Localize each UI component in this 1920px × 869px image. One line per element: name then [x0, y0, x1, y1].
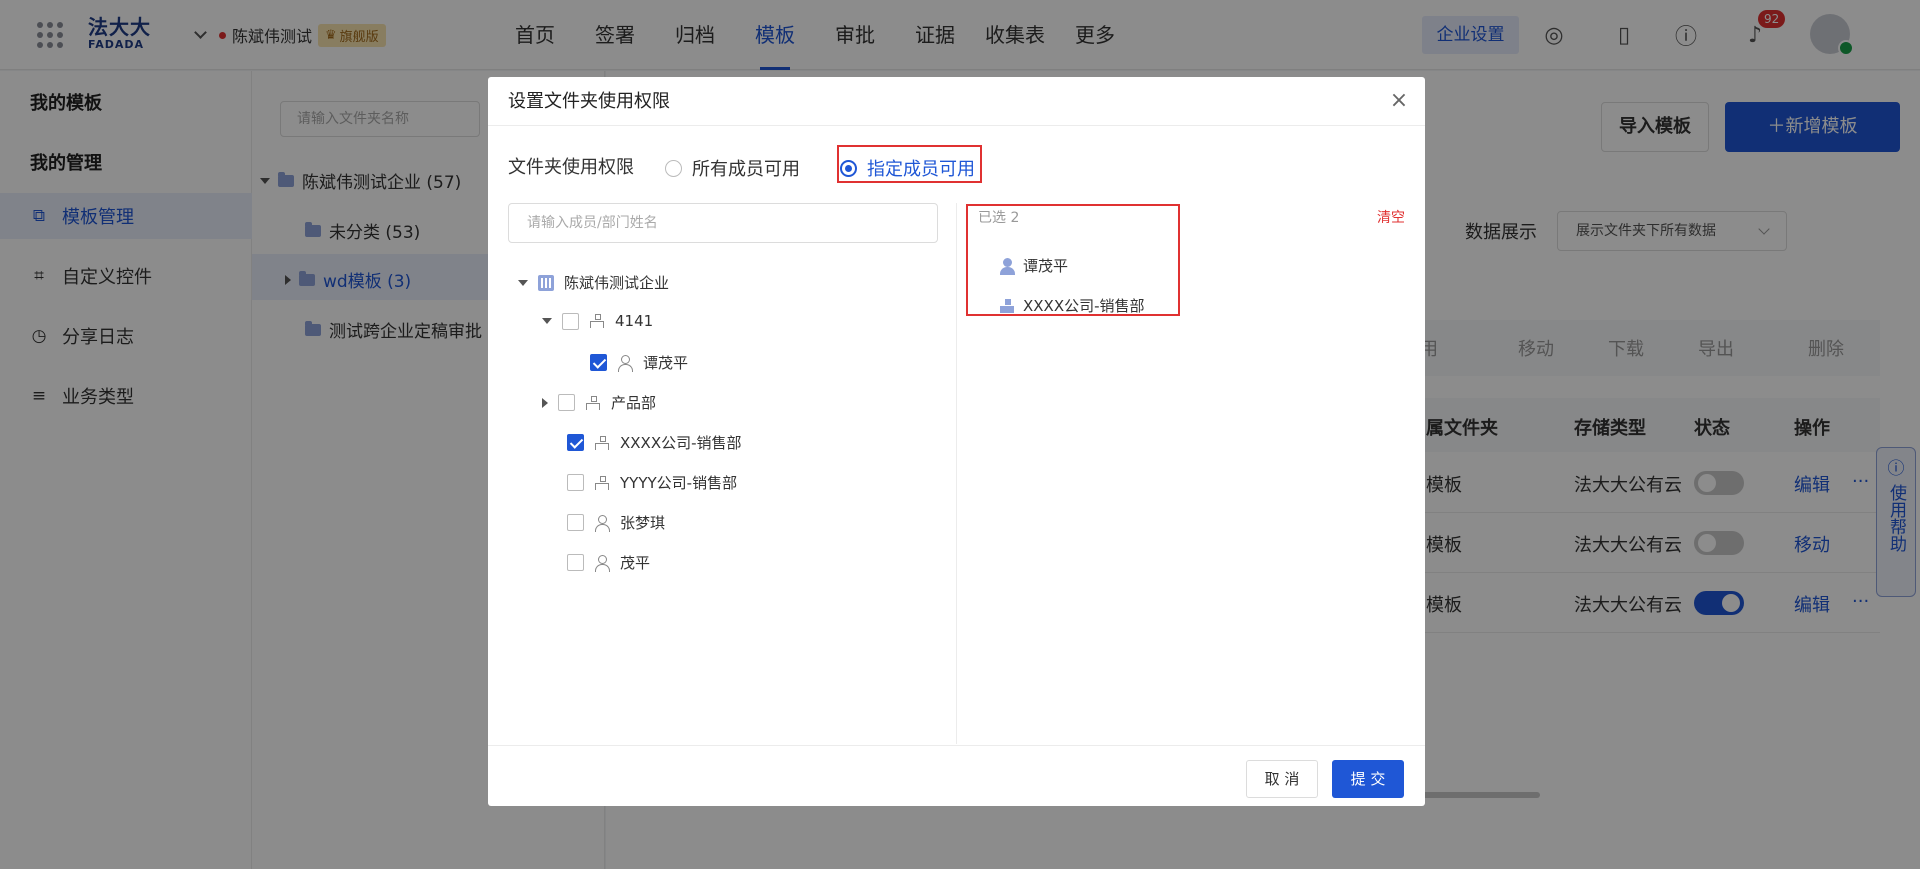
highlight-box	[837, 145, 982, 183]
checkbox[interactable]	[567, 474, 584, 491]
selected-item[interactable]: 谭茂平	[999, 255, 1068, 276]
user-icon	[594, 514, 610, 532]
close-icon[interactable]: ×	[1389, 90, 1409, 112]
checkbox[interactable]	[567, 434, 584, 451]
tree-node-zhang[interactable]: 张梦琪	[567, 512, 665, 533]
expand-icon[interactable]	[542, 318, 552, 324]
org-icon	[594, 475, 610, 490]
checkbox[interactable]	[567, 554, 584, 571]
member-search-input[interactable]: 请输入成员/部门姓名	[508, 203, 938, 243]
tree-node-yyyy[interactable]: YYYY公司-销售部	[567, 472, 737, 493]
user-icon	[594, 554, 610, 572]
checkbox[interactable]	[590, 354, 607, 371]
submit-button[interactable]: 提 交	[1332, 760, 1404, 798]
user-icon	[999, 257, 1015, 275]
tree-label: 谭茂平	[643, 354, 689, 372]
tree-label: 4141	[615, 312, 654, 330]
checkbox[interactable]	[567, 514, 584, 531]
selected-item-label: XXXX公司-销售部	[1023, 297, 1145, 315]
tree-node-4141[interactable]: 4141	[542, 312, 653, 330]
tree-node-xxxx[interactable]: XXXX公司-销售部	[567, 432, 742, 453]
checkbox[interactable]	[562, 312, 579, 330]
expand-icon[interactable]	[518, 279, 528, 286]
tree-node-mao[interactable]: 茂平	[567, 552, 650, 573]
org-icon	[589, 314, 605, 328]
expand-icon[interactable]	[542, 397, 548, 408]
dialog-title: 设置文件夹使用权限	[488, 77, 1425, 126]
tree-label: 陈斌伟测试企业	[564, 274, 670, 292]
tree-label: XXXX公司-销售部	[620, 434, 742, 452]
tree-node-product[interactable]: 产品部	[542, 392, 656, 413]
folder-permission-dialog: 设置文件夹使用权限 × 文件夹使用权限 所有成员可用 指定成员可用 请输入成员/…	[488, 77, 1425, 806]
user-icon	[617, 354, 633, 372]
org-icon	[594, 435, 610, 450]
radio-all-members[interactable]: 所有成员可用	[665, 155, 800, 181]
selected-item-label: 谭茂平	[1023, 257, 1069, 275]
org-icon	[999, 298, 1015, 313]
org-icon	[585, 395, 601, 410]
tree-label: 茂平	[620, 554, 651, 572]
permission-label: 文件夹使用权限	[508, 157, 634, 178]
tree-node-root[interactable]: 陈斌伟测试企业	[518, 272, 669, 293]
selected-item[interactable]: XXXX公司-销售部	[999, 295, 1145, 316]
radio-icon	[665, 159, 682, 177]
radio-label: 所有成员可用	[692, 159, 800, 180]
checkbox[interactable]	[558, 394, 575, 411]
tree-label: 产品部	[611, 394, 657, 412]
cancel-button[interactable]: 取 消	[1246, 760, 1318, 798]
clear-selection-link[interactable]: 清空	[1377, 207, 1405, 227]
building-icon	[538, 274, 554, 291]
dialog-footer: 取 消 提 交	[488, 745, 1425, 806]
tree-node-member-tan[interactable]: 谭茂平	[590, 352, 688, 373]
tree-label: 张梦琪	[620, 514, 666, 532]
tree-label: YYYY公司-销售部	[620, 474, 738, 492]
